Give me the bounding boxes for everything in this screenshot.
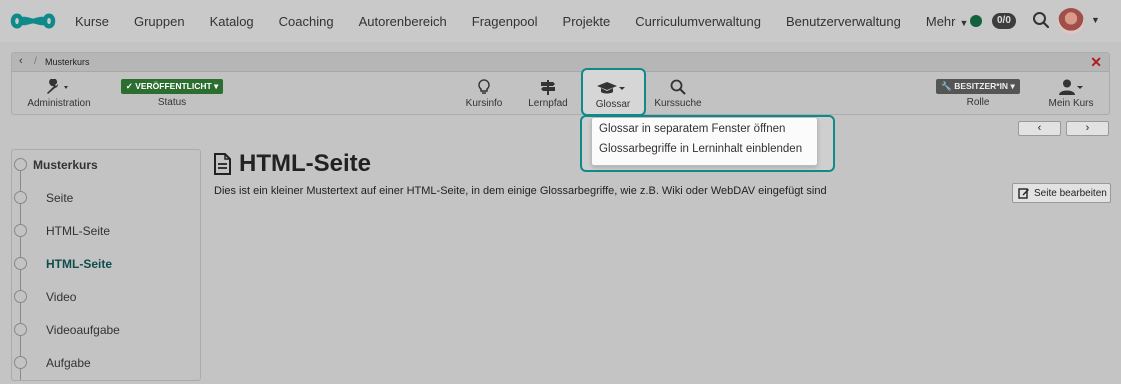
nav-projekte[interactable]: Projekte [563, 14, 611, 29]
close-icon[interactable]: ✕ [1090, 54, 1102, 71]
breadcrumb-course[interactable]: Musterkurs [45, 57, 90, 67]
menu-item-label: Musterkurs [33, 158, 98, 172]
course-menu: Musterkurs Seite HTML-Seite HTML-Seite V… [11, 149, 201, 381]
nav-curriculumverwaltung[interactable]: Curriculumverwaltung [635, 14, 761, 29]
nav-gruppen[interactable]: Gruppen [134, 14, 185, 29]
menu-item-label: HTML-Seite [46, 224, 111, 238]
user-icon [1059, 79, 1083, 95]
kurssuche-tool[interactable]: Kurssuche [648, 79, 708, 109]
nav-coaching[interactable]: Coaching [279, 14, 334, 29]
administration-tool[interactable]: Administration [25, 79, 93, 109]
openolat-logo[interactable] [9, 10, 57, 32]
role-tool[interactable]: 🔧 BESITZER*IN ▾ Rolle [932, 79, 1024, 108]
chevron-right-icon: › [1085, 122, 1090, 134]
mein-kurs-label: Mein Kurs [1048, 98, 1094, 109]
caret-down-icon[interactable]: ▼ [1091, 15, 1100, 25]
role-badge: 🔧 BESITZER*IN ▾ [936, 79, 1020, 94]
glossar-open-window-item[interactable]: Glossar in separatem Fenster öffnen [592, 118, 817, 138]
glossar-label: Glossar [595, 99, 631, 110]
lernpfad-label: Lernpfad [528, 98, 568, 109]
lernpfad-tool[interactable]: Lernpfad [523, 79, 573, 109]
wrench-icon [47, 79, 68, 94]
page-title: HTML-Seite [214, 150, 371, 178]
kurssuche-label: Kurssuche [654, 98, 702, 109]
course-header: ‹ / Musterkurs ✕ Administration ✓ VERÖFF… [11, 52, 1110, 115]
lightbulb-icon [478, 79, 490, 94]
menu-item-html-seite-2[interactable]: HTML-Seite [12, 249, 200, 282]
menu-item-root[interactable]: Musterkurs [12, 150, 200, 183]
chevron-left-icon[interactable]: ‹ [19, 55, 23, 67]
next-page-button[interactable]: › [1066, 121, 1109, 136]
published-status-badge: ✓ VERÖFFENTLICHT ▾ [120, 79, 224, 94]
signpost-icon [541, 80, 555, 95]
node-circle-icon [14, 257, 27, 270]
page-body-text: Dies ist ein kleiner Mustertext auf eine… [214, 185, 827, 197]
nav-kurse[interactable]: Kurse [75, 14, 109, 29]
glossar-dropdown-menu: Glossar in separatem Fenster öffnen Glos… [591, 117, 818, 166]
menu-item-video[interactable]: Video [12, 282, 200, 315]
caret-down-icon: ▼ [959, 17, 969, 28]
glossar-show-terms-item[interactable]: Glossarbegriffe in Lerninhalt einblenden [592, 138, 817, 158]
nav-katalog[interactable]: Katalog [210, 14, 254, 29]
nav-mehr-label: Mehr [925, 13, 956, 29]
node-circle-icon [14, 323, 27, 336]
role-label: Rolle [966, 97, 990, 108]
node-circle-icon [14, 224, 27, 237]
edit-page-label: Seite bearbeiten [1034, 187, 1107, 199]
previous-page-button[interactable]: ‹ [1018, 121, 1061, 136]
chevron-left-icon: ‹ [1037, 122, 1042, 134]
top-navigation: Kurse Gruppen Katalog Coaching Autorenbe… [0, 0, 1121, 42]
nav-fragenpool[interactable]: Fragenpool [472, 14, 538, 29]
page-title-text: HTML-Seite [239, 150, 371, 177]
status-tool[interactable]: ✓ VERÖFFENTLICHT ▾ Status [119, 79, 225, 108]
nav-mehr[interactable]: Mehr ▼ [926, 14, 969, 29]
menu-item-html-seite-1[interactable]: HTML-Seite [12, 216, 200, 249]
role-badge-text: BESITZER*IN [954, 81, 1009, 91]
online-status-icon[interactable] [970, 15, 982, 27]
notification-count-badge[interactable]: 0/0 [992, 13, 1016, 29]
status-label: Status [157, 97, 187, 108]
node-circle-icon [14, 158, 27, 171]
administration-label: Administration [27, 98, 91, 109]
glossar-button[interactable]: Glossar [583, 80, 643, 110]
search-icon[interactable] [1032, 11, 1050, 29]
breadcrumb: ‹ / Musterkurs ✕ [12, 53, 1109, 72]
glossar-tool[interactable]: Glossar [581, 68, 646, 116]
menu-item-label: Video [46, 290, 77, 304]
menu-item-label: Videoaufgabe [46, 323, 120, 337]
nav-benutzerverwaltung[interactable]: Benutzerverwaltung [786, 14, 901, 29]
document-icon [214, 153, 231, 175]
edit-icon [1018, 188, 1029, 199]
kursinfo-tool[interactable]: Kursinfo [460, 79, 508, 109]
menu-item-label: Seite [46, 191, 74, 205]
menu-item-seite[interactable]: Seite [12, 183, 200, 216]
edit-page-button[interactable]: Seite bearbeiten [1012, 183, 1111, 203]
kursinfo-label: Kursinfo [465, 98, 503, 109]
node-circle-icon [14, 290, 27, 303]
menu-item-label: HTML-Seite [46, 257, 112, 271]
breadcrumb-separator: / [34, 56, 37, 67]
node-circle-icon [14, 356, 27, 369]
menu-item-aufgabe[interactable]: Aufgabe [12, 348, 200, 381]
user-avatar[interactable] [1058, 8, 1084, 34]
nav-autorenbereich[interactable]: Autorenbereich [359, 14, 447, 29]
graduation-cap-icon [597, 82, 625, 94]
node-circle-icon [14, 191, 27, 204]
menu-item-videoaufgabe[interactable]: Videoaufgabe [12, 315, 200, 348]
search-icon [670, 79, 686, 95]
menu-item-label: Aufgabe [46, 356, 91, 370]
published-status-text: VERÖFFENTLICHT [135, 81, 212, 91]
mein-kurs-tool[interactable]: Mein Kurs [1042, 79, 1100, 109]
